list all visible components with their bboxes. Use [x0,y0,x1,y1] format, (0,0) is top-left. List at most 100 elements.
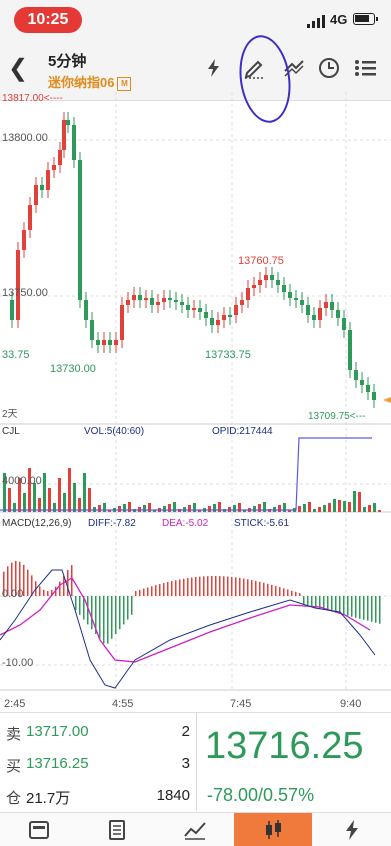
macd-bar [375,596,377,623]
quote-panel: 卖 13717.00 2 买 13716.25 3 仓 21.7万 1840 1… [0,712,391,813]
volume-bar [308,502,311,512]
candle-body [210,318,214,325]
volume-bar [13,503,16,512]
candle-body [168,298,172,300]
instrument-name[interactable]: 迷你纳指06 M [48,72,132,91]
volume-bar [333,499,336,512]
macd-bar [343,596,345,615]
volume-bar [188,505,191,512]
macd-bar [239,577,241,596]
back-icon[interactable]: ❮ [8,54,32,84]
tab-flash[interactable] [312,813,391,846]
volume-bar [343,501,346,512]
macd-bar [163,583,165,596]
candle-body [312,315,316,320]
candle-body [222,315,226,320]
last-price: 13716.25 [205,725,364,767]
volume-bar [83,473,86,512]
volume-bar [213,504,216,512]
macd-bar [291,590,293,596]
lightning-icon[interactable] [200,54,228,82]
volume-bars [3,468,381,512]
macd-bar [151,586,153,596]
macd-bar [79,596,81,615]
macd-bar [351,596,353,617]
candle-body [342,318,346,330]
price-change: -78.00/0.57% [207,785,315,805]
volume-bar [23,493,26,512]
macd-bar [267,583,269,596]
candle-body [276,280,280,285]
tab-timeshare[interactable] [156,813,234,846]
candle-body [180,302,184,305]
volume-bar [68,468,71,512]
candle-body [46,170,50,190]
high-price-label: 13817.00<---- [2,93,63,104]
opid-line [0,437,372,511]
volume-bar [253,506,256,512]
candle-body [72,125,76,160]
volume-bar [103,503,106,512]
ask-label: 卖 [6,726,22,743]
macd-bar [203,576,205,596]
candle-body [132,295,136,300]
candle-body [306,305,310,315]
volume-bar [323,505,326,512]
tab-detail[interactable] [78,813,156,846]
candle-body [10,300,14,320]
candle-body [282,285,286,292]
candle-body [240,300,244,305]
market-badge: M [117,77,132,91]
volume-bar [338,500,341,512]
candle-body [78,160,82,300]
candle-body [108,340,112,345]
oi-label: 仓 [6,790,22,807]
tab-kline[interactable] [234,813,312,846]
volume-bar [53,503,56,512]
volume-level: 4000.00 [2,475,42,487]
page-title: 5分钟 [48,53,87,70]
macd-bar [159,584,161,596]
macd-bar [27,569,29,596]
low-label-1: 13730.00 [50,363,96,375]
volume-bar [33,483,36,512]
macd-bar [119,596,121,630]
tab-orders[interactable] [0,813,78,846]
candle-body [150,298,154,305]
volume-bar [278,505,281,512]
clock-icon[interactable] [315,54,343,82]
left-clipped-label: 33.75 [2,349,30,361]
candle-body [216,320,220,325]
macd-bar [143,588,145,596]
macd-bar [279,587,281,596]
lightning-tab-icon [345,819,358,840]
bid-row[interactable]: 买 13716.25 3 [6,755,192,779]
candle-body [252,285,256,288]
volume-bar [118,506,121,512]
list-tab-icon [29,820,49,839]
candle-body [120,305,124,340]
candle-body [294,298,298,300]
macd-bar [287,589,289,596]
ask-row[interactable]: 卖 13717.00 2 [6,723,192,747]
volume-bar [88,488,91,512]
kline-chart[interactable]: 13817.00<---- 13800.00 13750.00 33.75 13… [0,92,391,712]
macd-bar [147,587,149,596]
volume-bar [328,503,331,512]
page-tab-icon [109,819,125,840]
macd-bar [155,585,157,596]
volume-bar [168,504,171,512]
macd-bar [231,576,233,596]
candle-body [336,310,340,318]
macd-bar [47,590,49,596]
volume-bar [363,507,366,512]
dea-line [0,577,371,663]
candle-body [234,305,238,315]
list-menu-icon[interactable] [352,54,380,82]
macd-bar [31,575,33,596]
volume-bar [208,506,211,512]
candle-body [40,185,44,190]
volume-bar [238,503,241,512]
macd-bar [195,577,197,596]
candle-body [300,300,304,305]
